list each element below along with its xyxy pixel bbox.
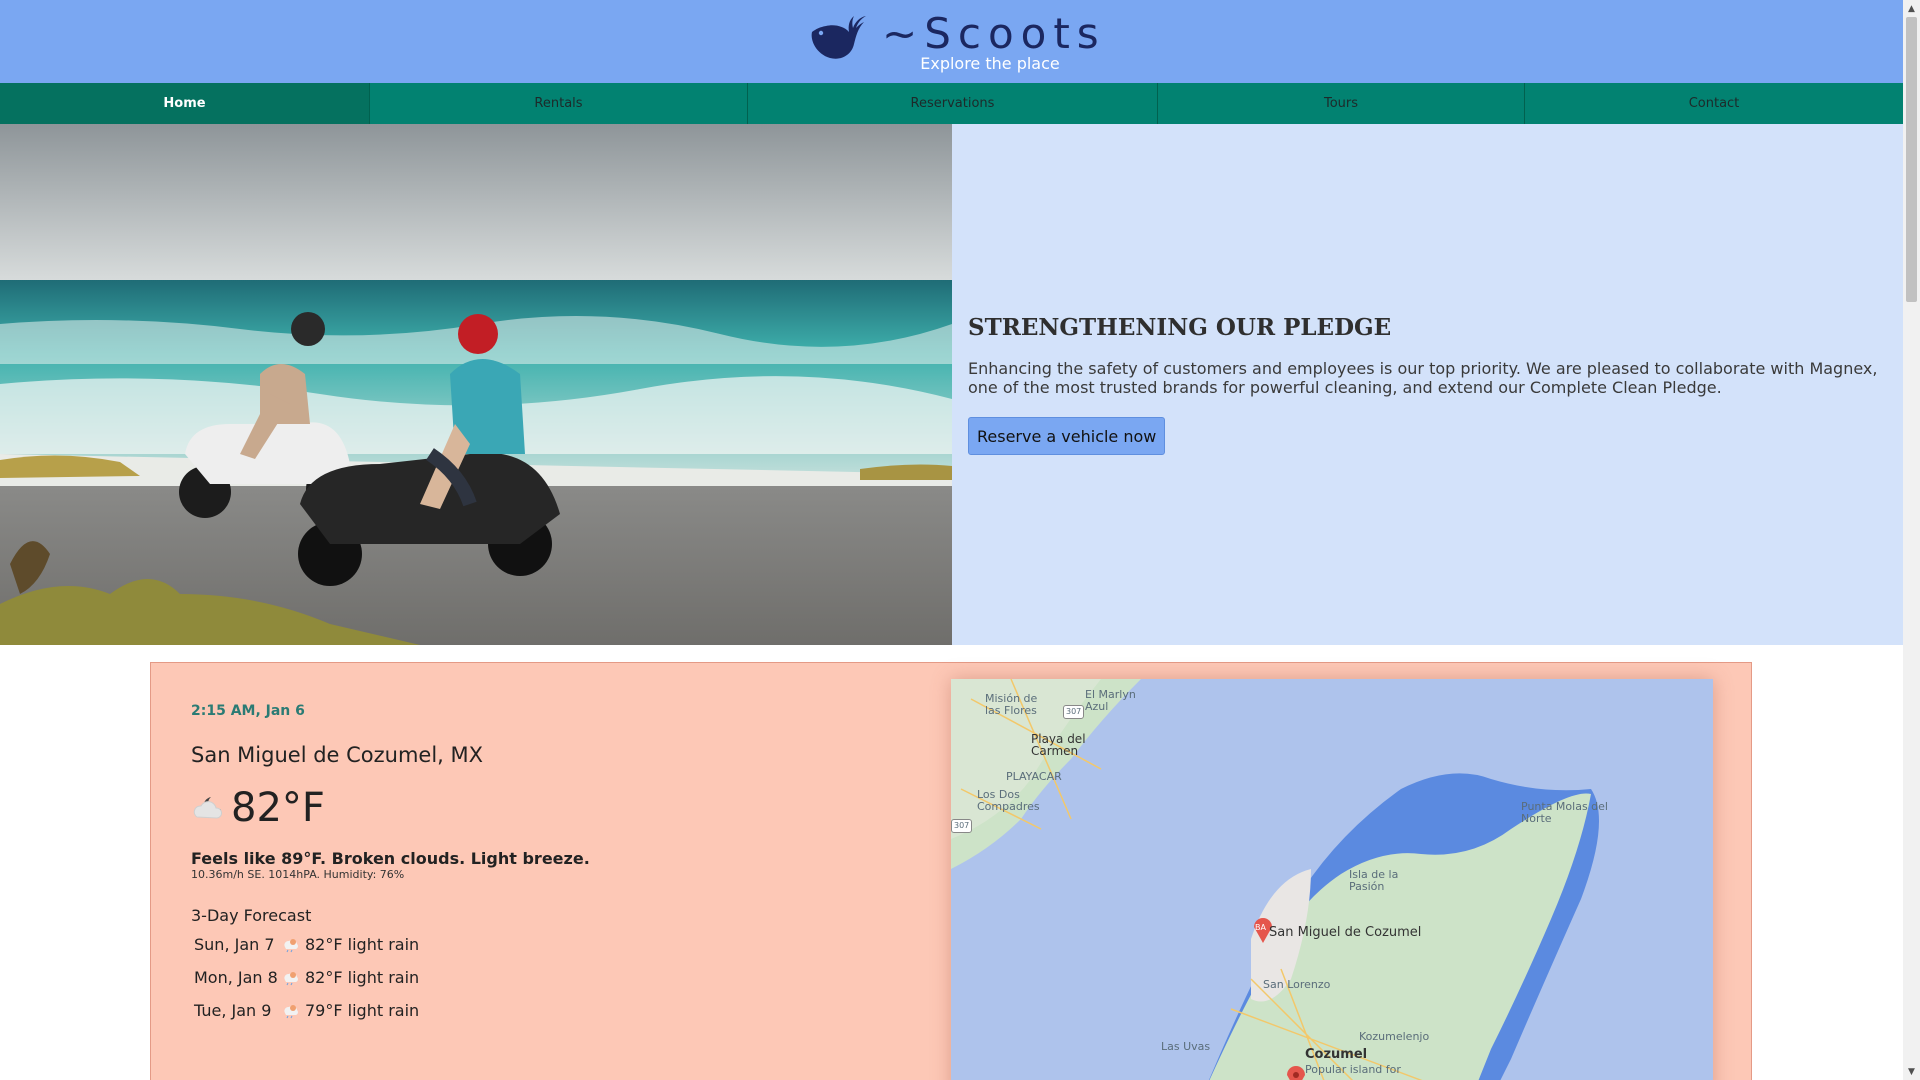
location-map[interactable]: BA Misión de las Flores El Marlyn Azul P… [951,679,1713,1080]
brand-name: ~Scoots [882,9,1106,58]
map-label-los-dos: Los Dos Compadres [977,788,1040,813]
map-route-307-b: 307 [951,819,973,833]
weather-temperature: 82°F [231,785,325,831]
scroll-thumb[interactable] [1906,17,1917,302]
forecast-desc: 82°F light rain [305,968,420,987]
map-label-kozumelenjo: Kozumelenjo [1359,1030,1430,1043]
weather-details: 10.36m/h SE. 1014hPA. Humidity: 76% [191,868,405,881]
pledge-title: STRENGTHENING OUR PLEDGE [968,314,1392,341]
weather-city: San Miguel de Cozumel, MX [191,743,484,767]
rain-icon [284,1004,298,1018]
hero-section: STRENGTHENING OUR PLEDGE Enhancing the s… [0,124,1903,645]
map-label-mision: Misión de las Flores [985,692,1038,717]
forecast-desc: 82°F light rain [305,935,420,954]
scroll-down-icon[interactable]: ▼ [1903,1063,1920,1080]
page-scrollbar[interactable]: ▲ ▼ [1903,0,1920,1080]
scooter-beach-photo [0,124,952,645]
map-label-punta: Punta Molas del Norte [1521,800,1608,825]
weather-feels-like: Feels like 89°F. Broken clouds. Light br… [191,849,590,868]
forecast-day: Sun, Jan 7 [194,935,275,954]
nav-item-rentals[interactable]: Rentals [369,83,747,124]
map-label-cozumel: Cozumel [1305,1047,1368,1062]
forecast-day: Mon, Jan 8 [194,968,278,987]
forecast-desc: 79°F light rain [305,1001,420,1020]
scroll-up-icon[interactable]: ▲ [1903,0,1920,17]
map-label-playa: Playa del Carmen [1031,732,1086,758]
map-label-las-uvas: Las Uvas [1161,1040,1211,1053]
main-nav: Home Rentals Reservations Tours Contact [0,83,1903,124]
forecast-title: 3-Day Forecast [191,906,312,925]
pledge-text: Enhancing the safety of customers and em… [968,359,1878,397]
map-label-cozumel-sub: Popular island for [1305,1063,1401,1076]
nav-item-tours[interactable]: Tours [1157,83,1524,124]
hero-photo [0,124,952,645]
map-label-isla: Isla de la Pasión [1349,868,1399,893]
weather-card: 2:15 AM, Jan 6 San Miguel de Cozumel, MX… [150,662,1752,1080]
map-label-san-miguel: San Miguel de Cozumel [1269,925,1422,940]
map-label-playacar: PLAYACAR [1006,770,1062,783]
rain-icon [284,971,298,985]
reserve-vehicle-button[interactable]: Reserve a vehicle now [968,417,1166,455]
forecast-row: Tue, Jan 9 79°F light rain [191,994,419,1027]
pledge-panel: STRENGTHENING OUR PLEDGE Enhancing the s… [952,124,1903,645]
site-header: ~Scoots Explore the place [0,0,1903,83]
map-label-marlyn: El Marlyn Azul [1085,688,1136,713]
map-label-san-lorenzo: San Lorenzo [1263,978,1331,991]
rain-icon [284,938,298,952]
weather-current: 82°F [191,785,325,831]
forecast-list: Sun, Jan 7 82°F light rain Mon, Jan 8 82… [191,928,419,1027]
nav-item-reservations[interactable]: Reservations [747,83,1157,124]
nav-item-home[interactable]: Home [0,83,369,124]
weather-time: 2:15 AM, Jan 6 [191,703,305,719]
svg-text:BA: BA [1255,923,1266,932]
brand-tagline: Explore the place [920,54,1060,73]
forecast-row: Mon, Jan 8 82°F light rain [191,961,419,994]
cloudy-night-icon [193,797,223,819]
nav-item-contact[interactable]: Contact [1524,83,1903,124]
forecast-day: Tue, Jan 9 [194,1001,272,1020]
map-route-307-a: 307 [1063,705,1085,719]
forecast-row: Sun, Jan 7 82°F light rain [191,928,419,961]
